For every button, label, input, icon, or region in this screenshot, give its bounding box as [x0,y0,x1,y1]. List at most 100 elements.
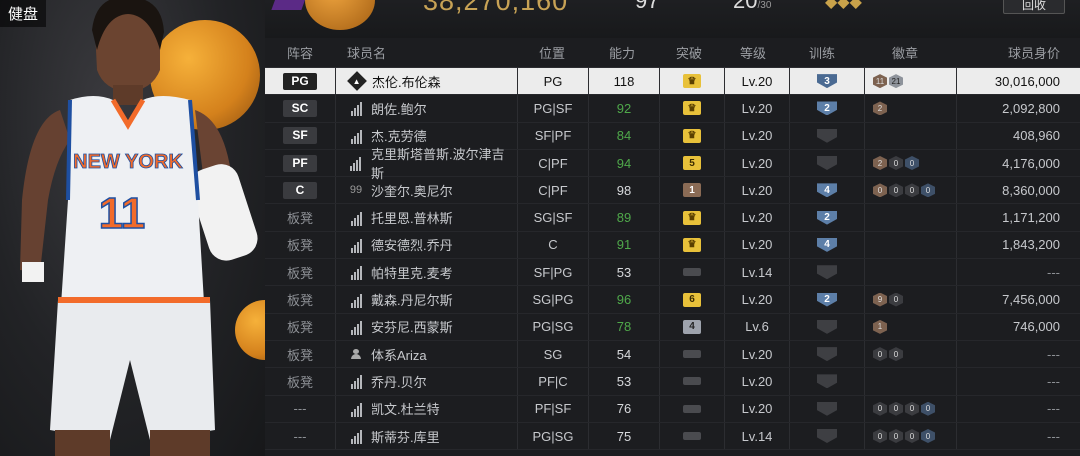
player-name-cell[interactable]: 戴森.丹尼尔斯 [336,286,518,313]
player-name-cell[interactable]: 凯文.杜兰特 [336,395,518,422]
badges-cell[interactable]: 1 [865,313,957,340]
training-cell[interactable] [790,340,865,368]
col-header-training[interactable]: 训练 [785,38,859,67]
training-cell[interactable]: 2 [790,286,865,313]
crown-icon: ♛ [683,210,701,225]
player-name-cell[interactable]: 乔丹.贝尔 [336,368,518,395]
badges-cell[interactable]: 0000 [865,422,957,450]
breakthrough-cell[interactable]: 6 [660,286,725,313]
lineup-slot[interactable]: 板凳 [265,313,336,340]
badges-cell[interactable] [865,204,957,231]
lineup-slot[interactable]: 板凳 [265,204,336,231]
badges-cell[interactable] [865,368,957,395]
lineup-slot[interactable]: SF [265,122,336,149]
training-cell[interactable] [790,122,865,149]
table-row[interactable]: C 99 沙奎尔.奥尼尔 C|PF 98 1 Lv.20 4 0 0 0 0 8,360,000 [265,177,1080,205]
breakthrough-cell[interactable]: 5 [660,149,725,177]
breakthrough-cell[interactable] [660,395,725,422]
table-row[interactable]: 板凳 安芬尼.西蒙斯 PG|SG 78 4 Lv.6 1 746,000 [265,313,1080,341]
player-name-cell[interactable]: 朗佐.鲍尔 [336,95,518,122]
col-header-badges[interactable]: 徽章 [859,38,951,67]
col-header-lineup[interactable]: 阵容 [265,38,335,67]
table-row[interactable]: --- 凯文.杜兰特 PF|SF 76 Lv.20 0 0 0 0 --- [265,395,1080,423]
team-logo-decor [271,0,309,10]
table-row[interactable]: SC 朗佐.鲍尔 PG|SF 92 ♛ Lv.20 2 2 2,092,800 [265,95,1080,123]
training-cell[interactable] [790,149,865,177]
table-row[interactable]: PG ▲ 杰伦.布伦森 PG 118 ♛ Lv.20 3 11 21 30,016,000 [265,68,1080,96]
badges-cell[interactable]: 0000 [865,395,957,422]
col-header-value[interactable]: 球员身价 [951,38,1080,67]
lineup-slot[interactable]: 板凳 [265,259,336,286]
player-name-cell[interactable]: 安芬尼.西蒙斯 [336,313,518,340]
breakthrough-cell[interactable] [660,368,725,395]
lineup-slot[interactable]: 板凳 [265,340,336,368]
training-cell[interactable] [790,313,865,340]
breakthrough-cell[interactable]: ♛ [660,95,725,122]
training-cell[interactable]: 2 [790,95,865,122]
lineup-slot[interactable]: SC [265,95,336,122]
table-row[interactable]: 板凳 体系Ariza SG 54 Lv.20 0 0 --- [265,340,1080,369]
badges-cell[interactable] [865,259,957,286]
training-cell[interactable] [790,368,865,395]
player-rating: 84 [589,122,660,149]
table-row[interactable]: 板凳 托里恩.普林斯 SG|SF 89 ♛ Lv.20 2 1,171,200 [265,204,1080,232]
breakthrough-cell[interactable]: ♛ [660,231,725,259]
col-header-position[interactable]: 位置 [517,38,587,67]
player-name-cell[interactable]: 托里恩.普林斯 [336,204,518,231]
badges-cell[interactable]: 200 [865,149,957,177]
table-row[interactable]: --- 斯蒂芬.库里 PG|SG 75 Lv.14 0 0 0 0 --- [265,422,1080,451]
player-name: 安芬尼.西蒙斯 [371,320,453,336]
badges-cell[interactable]: 90 [865,286,957,313]
lineup-slot[interactable]: PG [265,68,336,95]
player-name-cell[interactable]: 帕特里克.麦考 [336,259,518,286]
training-cell[interactable] [790,259,865,286]
badges-cell[interactable] [865,122,957,149]
player-name-cell[interactable]: 99 沙奎尔.奥尼尔 [336,177,518,204]
training-cell[interactable]: 3 [790,68,865,95]
lineup-slot[interactable]: 板凳 [265,286,336,313]
player-rating: 92 [589,95,660,122]
col-header-level[interactable]: 等级 [721,38,785,67]
player-name-cell[interactable]: 体系Ariza [336,340,518,368]
recycle-button[interactable]: 回收 [1003,0,1065,14]
col-header-breakthrough[interactable]: 突破 [657,38,721,67]
training-cell[interactable]: 2 [790,204,865,231]
breakthrough-cell[interactable]: ♛ [660,122,725,149]
badges-cell[interactable]: 0000 [865,177,957,204]
breakthrough-cell[interactable]: ♛ [660,204,725,231]
player-rating: 94 [589,149,660,177]
breakthrough-cell[interactable] [660,422,725,450]
badges-cell[interactable]: 00 [865,340,957,368]
player-name-cell[interactable]: 斯蒂芬.库里 [336,422,518,450]
badges-cell[interactable] [865,231,957,259]
lineup-slot[interactable]: --- [265,395,336,422]
player-name-cell[interactable]: 克里斯塔普斯.波尔津吉斯 [336,147,518,181]
breakthrough-cell[interactable]: ♛ [660,68,725,95]
breakthrough-cell[interactable] [660,340,725,368]
badges-cell[interactable]: 2 [865,95,957,122]
roster-count: 20/30 [733,0,772,13]
table-row[interactable]: 板凳 戴森.丹尼尔斯 SG|PG 96 6 Lv.20 2 9 0 7,456,000 [265,286,1080,314]
training-cell[interactable] [790,422,865,450]
breakthrough-cell[interactable]: 1 [660,177,725,204]
training-cell[interactable]: 4 [790,231,865,259]
training-cell[interactable]: 4 [790,177,865,204]
table-row[interactable]: 板凳 帕特里克.麦考 SF|PG 53 Lv.14 --- [265,259,1080,287]
breakthrough-cell[interactable]: 4 [660,313,725,340]
breakthrough-cell[interactable] [660,259,725,286]
badges-cell[interactable]: 11 21 [865,68,957,95]
player-name-cell[interactable]: 德安德烈.乔丹 [336,231,518,259]
table-row[interactable]: 板凳 德安德烈.乔丹 C 91 ♛ Lv.20 4 1,843,200 [265,231,1080,260]
col-header-name[interactable]: 球员名 [335,38,517,67]
lineup-slot[interactable]: 板凳 [265,368,336,395]
training-cell[interactable] [790,395,865,422]
lineup-slot[interactable]: C [265,177,336,204]
lineup-slot[interactable]: 板凳 [265,231,336,259]
table-row[interactable]: 板凳 乔丹.贝尔 PF|C 53 Lv.20 --- [265,368,1080,396]
lineup-slot[interactable]: --- [265,422,336,450]
table-row[interactable]: PF 克里斯塔普斯.波尔津吉斯 C|PF 94 5 Lv.20 2 0 0 4,176,000 [265,147,1080,181]
player-name-cell[interactable]: ▲ 杰伦.布伦森 [336,68,518,95]
col-header-rating[interactable]: 能力 [587,38,657,67]
lineup-slot[interactable]: PF [265,149,336,177]
badge-icon: 0 [889,183,903,198]
